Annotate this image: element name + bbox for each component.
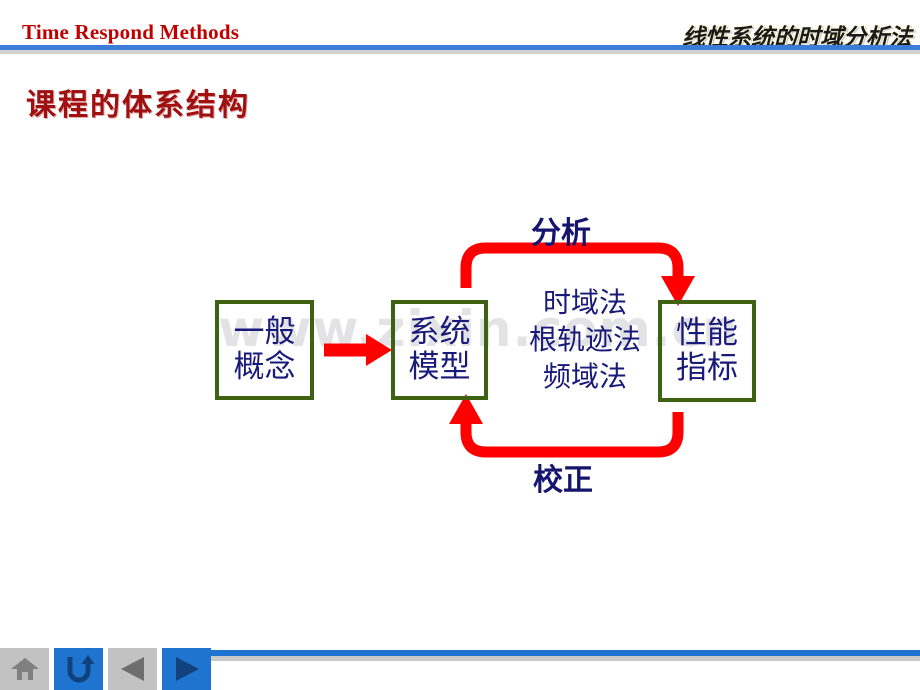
loop-label-correction: 校正: [533, 463, 593, 498]
loop-label-analysis: 分析: [531, 216, 591, 251]
node-line-2: 指标: [676, 350, 738, 386]
node-box-performance-metric[interactable]: 性能 指标: [658, 300, 756, 402]
node-line-2: 概念: [233, 349, 296, 385]
method-item: 频域法: [542, 359, 627, 393]
node-box-system-model[interactable]: 系统 模型: [391, 300, 488, 400]
node-line-1: 一般: [233, 314, 296, 351]
method-item: 时域法: [542, 286, 627, 319]
slide-canvas: Time Respond Methods 线性系统的时域分析法 课程的体系结构 …: [0, 0, 920, 690]
node-box-general-concept[interactable]: 一般 概念: [215, 300, 314, 400]
arrow-concept-to-model: [324, 334, 392, 366]
node-line-1: 系统: [408, 314, 471, 351]
methods-list: 时域法 根轨迹法 频域法: [505, 285, 665, 396]
arrow-correction-bottom: [449, 394, 684, 458]
node-line-2: 模型: [408, 349, 471, 385]
structure-diagram: 分析 校正 一般 概念 系统 模型 性能 指标 时域法 根轨迹法 频域法: [0, 0, 920, 690]
node-line-1: 性能: [676, 315, 738, 352]
method-item: 根轨迹法: [528, 322, 641, 356]
